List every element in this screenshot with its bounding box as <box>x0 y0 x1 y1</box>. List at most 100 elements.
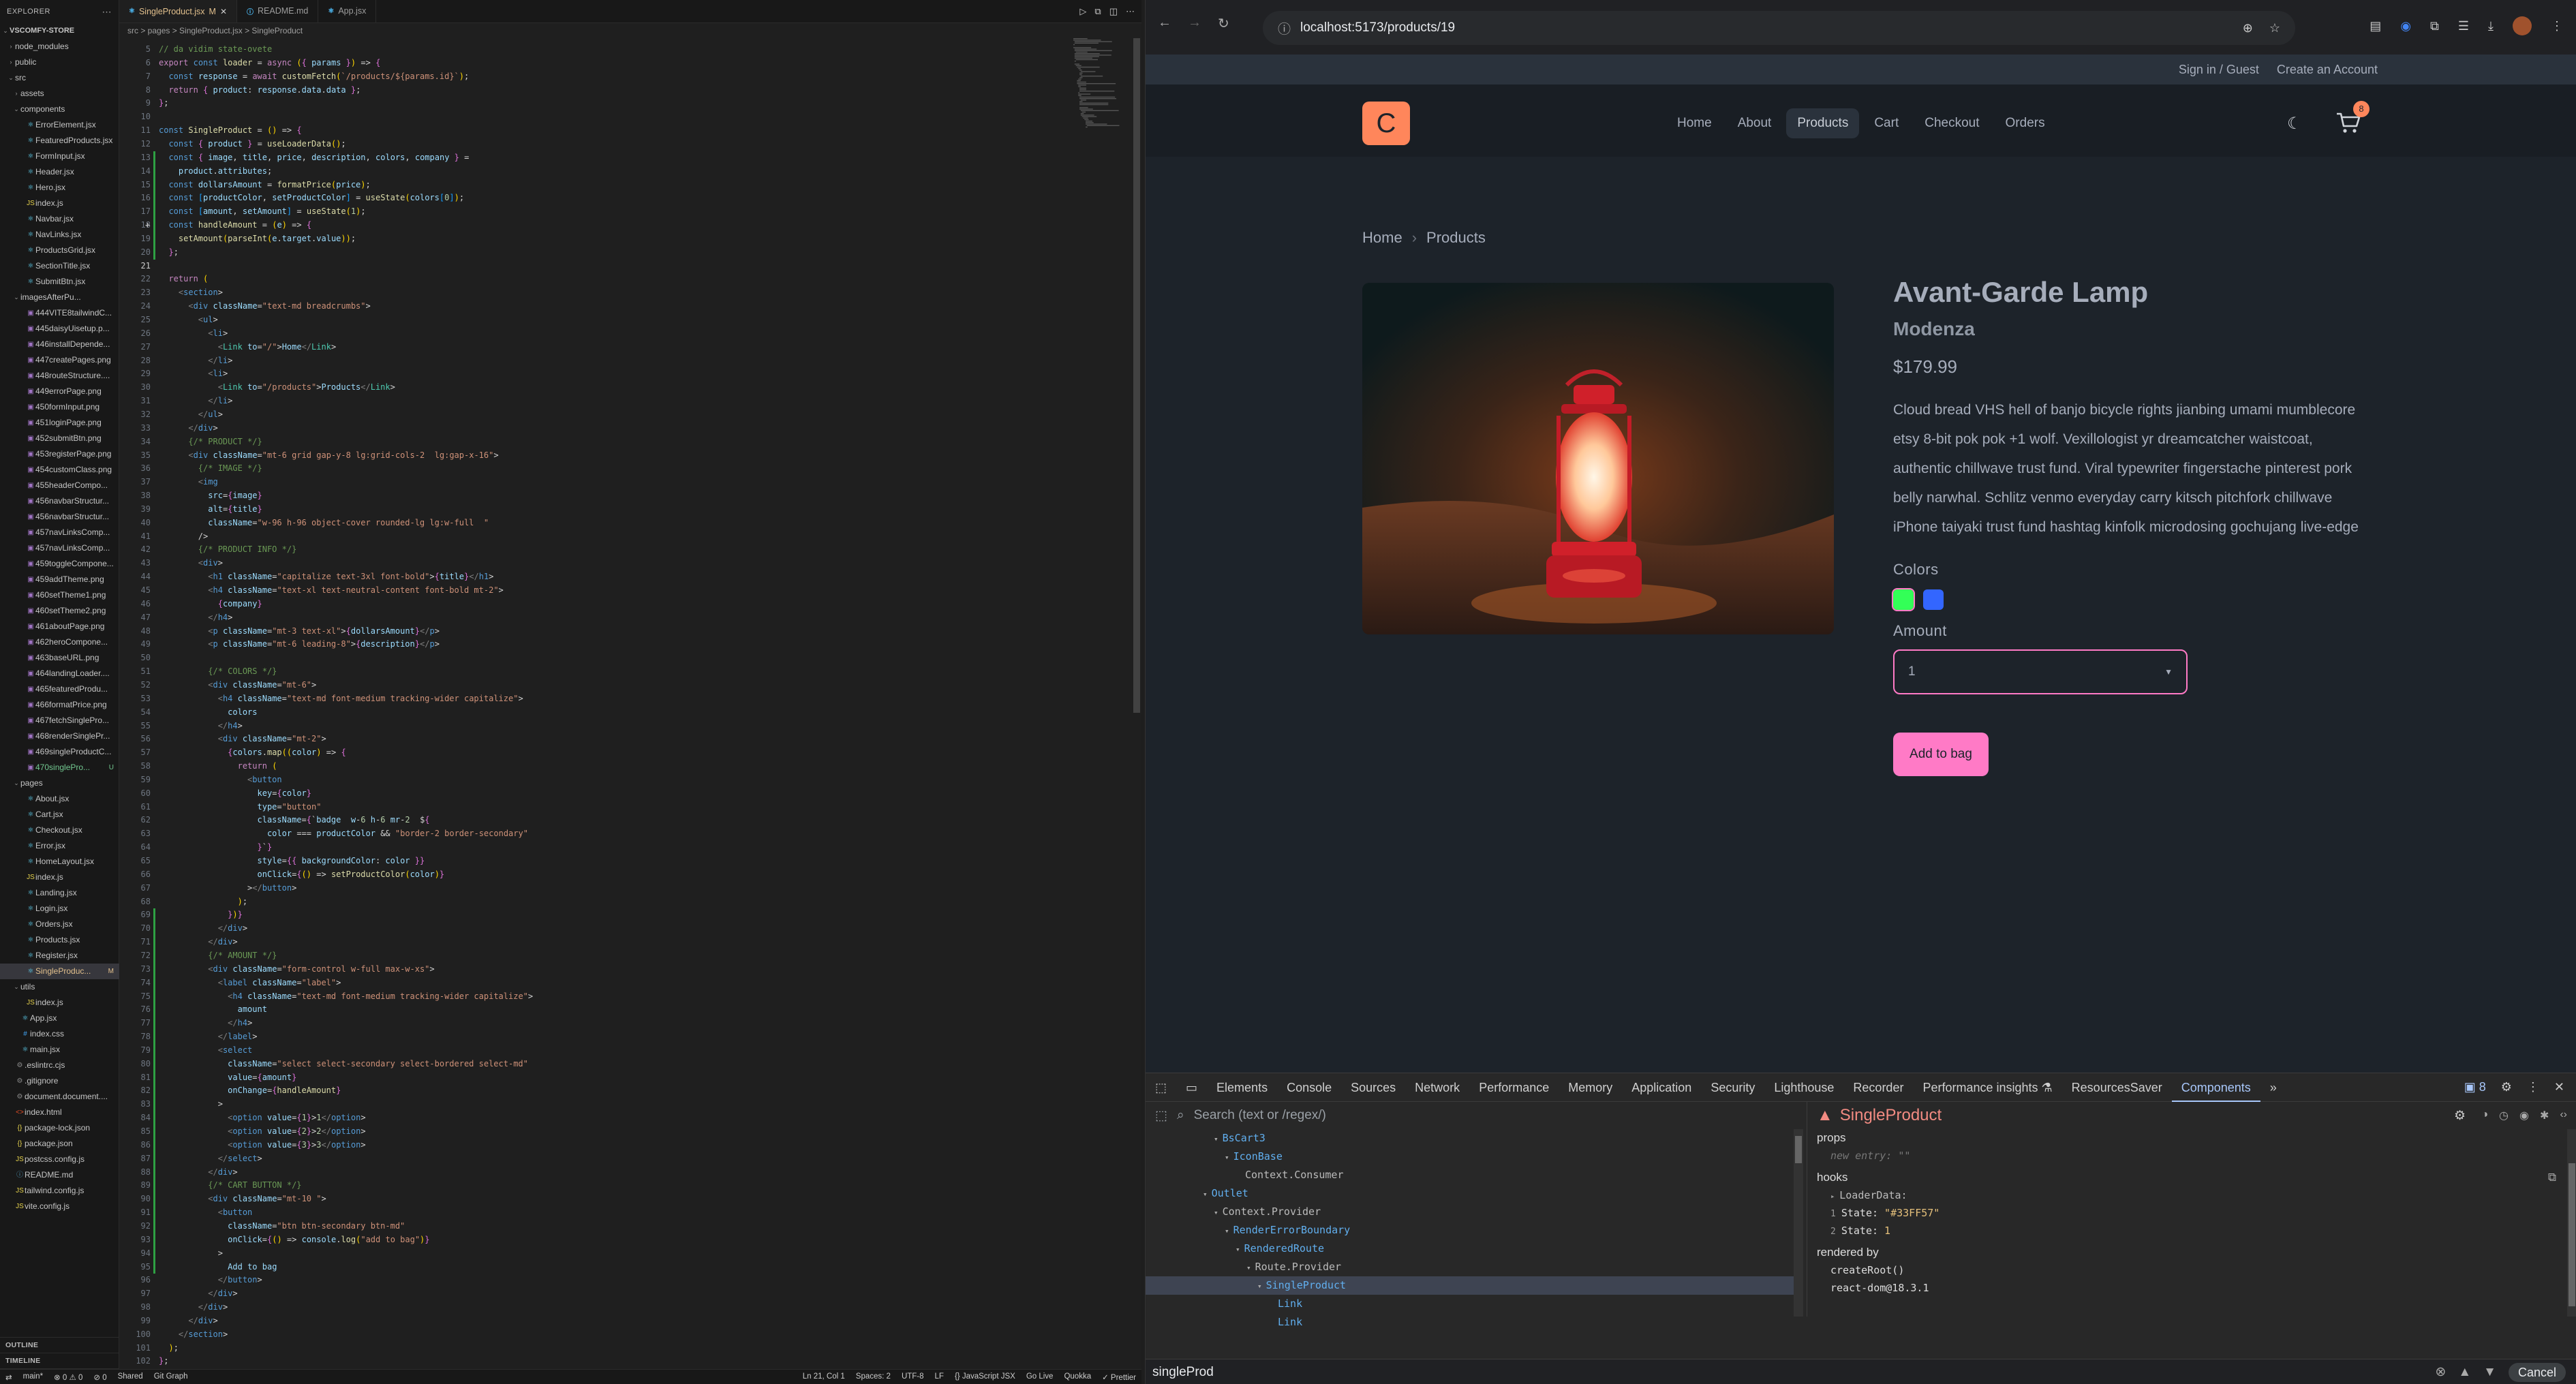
url-text[interactable]: localhost:5173/products/19 <box>1300 20 1455 35</box>
code-line[interactable]: 45 <h4 className="text-xl text-neutral-c… <box>119 584 1141 598</box>
status-item[interactable]: UTF-8 <box>896 1372 930 1382</box>
devtools-tab-performance[interactable]: Performance <box>1469 1073 1559 1102</box>
component-node[interactable]: Link <box>1146 1313 1803 1332</box>
create-account-link[interactable]: Create an Account <box>2277 63 2378 77</box>
tree-item[interactable]: ⚛ Navbar.jsx <box>0 211 119 227</box>
code-line[interactable]: 86 <option value={3}>3</option> <option … <box>119 1139 1141 1152</box>
find-input[interactable]: singleProd <box>1152 1365 1214 1380</box>
code-line[interactable]: 21 <box>119 260 1141 273</box>
tree-item[interactable]: {} package.json <box>0 1136 119 1152</box>
tree-item[interactable]: › assets <box>0 86 119 102</box>
nav-link-products[interactable]: Products <box>1786 108 1860 138</box>
code-line[interactable]: 5// da vidim state-ovete// da vidim stat… <box>119 43 1141 57</box>
expand-arrow-icon[interactable]: ▾ <box>1246 1263 1251 1272</box>
code-line[interactable]: 66 onClick={() => setProductColor(color)… <box>119 868 1141 882</box>
status-item[interactable]: Go Live <box>1021 1372 1059 1382</box>
devtools-tab-performance-insights[interactable]: Performance insights ⚗ <box>1913 1073 2061 1102</box>
code-line[interactable]: 51 {/* COLORS */} {/* COLORS */} <box>119 665 1141 679</box>
devtools-menu-icon[interactable]: ⋮ <box>2527 1080 2539 1094</box>
tree-item[interactable]: ▣ 463baseURL.png <box>0 650 119 666</box>
code-line[interactable]: 8 return { product: response.data.data }… <box>119 84 1141 97</box>
tree-item[interactable]: ⚛ SingleProduc... M <box>0 964 119 979</box>
code-line[interactable]: 92 className="btn btn-secondary btn-md" … <box>119 1220 1141 1233</box>
code-line[interactable]: 29 <li> <li> <box>119 367 1141 381</box>
code-line[interactable]: 11const SingleProduct = () => {const Sin… <box>119 124 1141 138</box>
tree-item[interactable]: ⚛ SectionTitle.jsx <box>0 258 119 274</box>
minimap[interactable] <box>1073 38 1132 174</box>
code-line[interactable]: 101 ); ); <box>119 1342 1141 1355</box>
expand-arrow-icon[interactable]: ▾ <box>1257 1282 1262 1291</box>
tree-item[interactable]: ▣ 464landingLoader.... <box>0 666 119 681</box>
tree-item[interactable]: # index.css <box>0 1026 119 1042</box>
code-line[interactable]: 13 const { image, title, price, descript… <box>119 151 1141 165</box>
tree-item[interactable]: JS vite.config.js <box>0 1199 119 1214</box>
code-line[interactable]: 14 product.attributes; product.attribute… <box>119 165 1141 179</box>
tree-item[interactable]: ⚛ main.jsx <box>0 1042 119 1058</box>
expand-arrow-icon[interactable]: ▾ <box>1236 1245 1240 1254</box>
code-line[interactable]: 52 <div className="mt-6"> <div className… <box>119 679 1141 692</box>
code-line[interactable]: 32 </ul> </ul> <box>119 408 1141 422</box>
tree-item[interactable]: ⚛ Checkout.jsx <box>0 822 119 838</box>
code-line[interactable]: 58 return ( return ( <box>119 760 1141 773</box>
hooks-loader-data[interactable]: ▸ LoaderData: <box>1807 1186 2576 1204</box>
tree-item[interactable]: ⚙ .eslintrc.cjs <box>0 1058 119 1073</box>
tree-item[interactable]: <> index.html <box>0 1105 119 1120</box>
code-line[interactable]: 74 <label className="label"> <label clas… <box>119 977 1141 990</box>
tree-item[interactable]: JS index.js <box>0 995 119 1011</box>
code-line[interactable]: 33 </div> </div> <box>119 422 1141 435</box>
devtools-tab-components[interactable]: Components <box>2171 1073 2260 1102</box>
eye-icon[interactable]: ◉ <box>2519 1109 2529 1122</box>
tree-item[interactable]: ⌄ src <box>0 70 119 86</box>
code-line[interactable]: 97 </div> </div> <box>119 1287 1141 1301</box>
timer-icon[interactable]: ◷ <box>2499 1109 2509 1122</box>
tree-item[interactable]: ▣ 451loginPage.png <box>0 415 119 431</box>
status-item[interactable]: ⊗ 0 ⚠ 0 <box>48 1372 88 1382</box>
props-scrollbar-thumb[interactable] <box>2569 1163 2575 1306</box>
devtools-tab-network[interactable]: Network <box>1405 1073 1469 1102</box>
devtools-tab-resourcessaver[interactable]: ResourcesSaver <box>2062 1073 2172 1102</box>
code-line[interactable]: 80 className="select select-secondary se… <box>119 1058 1141 1071</box>
code-line[interactable]: 60 key={color} key={color} <box>119 787 1141 801</box>
nav-link-home[interactable]: Home <box>1666 108 1723 138</box>
status-item[interactable]: main* <box>18 1372 48 1382</box>
editor-scrollbar[interactable] <box>1132 38 1141 1367</box>
clear-icon[interactable]: ⊗ <box>2435 1364 2446 1380</box>
code-line[interactable]: 62 className={`badge w-6 h-6 mr-2 ${ cla… <box>119 814 1141 827</box>
back-icon[interactable]: ← <box>1158 15 1171 32</box>
props-scrollbar[interactable] <box>2567 1129 2576 1317</box>
code-line[interactable]: 85 <option value={2}>2</option> <option … <box>119 1125 1141 1139</box>
code-line[interactable]: 19 setAmount(parseInt(e.target.value)); … <box>119 232 1141 246</box>
inspect-icon[interactable]: ⬚ <box>1146 1073 1176 1102</box>
tree-item[interactable]: ⌄ imagesAfterPu... <box>0 290 119 305</box>
code-line[interactable]: 15 const dollarsAmount = formatPrice(pri… <box>119 179 1141 192</box>
devtools-tab-application[interactable]: Application <box>1622 1073 1701 1102</box>
hook-row[interactable]: 2 State: 1 <box>1807 1222 2576 1240</box>
code-line[interactable]: 23 <section> <section> <box>119 286 1141 300</box>
code-line[interactable]: 47 </h4> </h4> <box>119 611 1141 625</box>
code-line[interactable]: 55 </h4> </h4> <box>119 720 1141 733</box>
tree-item[interactable]: ▣ 467fetchSinglePro... <box>0 713 119 728</box>
status-item[interactable]: ✓ Prettier <box>1097 1372 1141 1382</box>
code-line[interactable]: 34 {/* PRODUCT */} {/* PRODUCT */} <box>119 435 1141 449</box>
device-toggle-icon[interactable]: ▭ <box>1176 1073 1207 1102</box>
bookmark-star-icon[interactable]: ☆ <box>2269 21 2280 35</box>
rendered-by-item[interactable]: react-dom@18.3.1 <box>1807 1279 2576 1297</box>
downloads-icon[interactable]: ⤓ <box>2488 19 2494 33</box>
site-info-icon[interactable]: ⓘ <box>1278 19 1291 37</box>
color-swatch[interactable] <box>1892 588 1915 611</box>
select-element-icon[interactable]: ⬚ <box>1155 1108 1167 1124</box>
more-icon[interactable]: ⋯ <box>102 6 112 18</box>
tree-item[interactable]: ⚛ Login.jsx <box>0 901 119 917</box>
tree-item[interactable]: ▣ 447createPages.png <box>0 352 119 368</box>
code-line[interactable]: 10 <box>119 110 1141 124</box>
component-node[interactable]: ▾ SingleProduct <box>1146 1276 1803 1295</box>
tree-item[interactable]: ▣ 470singlePro... U <box>0 760 119 775</box>
moon-icon[interactable]: ☾ <box>2287 114 2302 134</box>
more-actions-icon[interactable]: ⋯ <box>1126 6 1135 17</box>
tree-item[interactable]: ▣ 465featuredProdu... <box>0 681 119 697</box>
component-node[interactable]: ▾ RenderedRoute <box>1146 1240 1803 1258</box>
nav-link-checkout[interactable]: Checkout <box>1914 108 1990 138</box>
breadcrumb[interactable]: src > pages > SingleProduct.jsx > Single… <box>119 23 1141 38</box>
expand-arrow-icon[interactable]: ▾ <box>1214 1208 1218 1217</box>
component-node[interactable]: ▾ RenderErrorBoundary <box>1146 1221 1803 1240</box>
